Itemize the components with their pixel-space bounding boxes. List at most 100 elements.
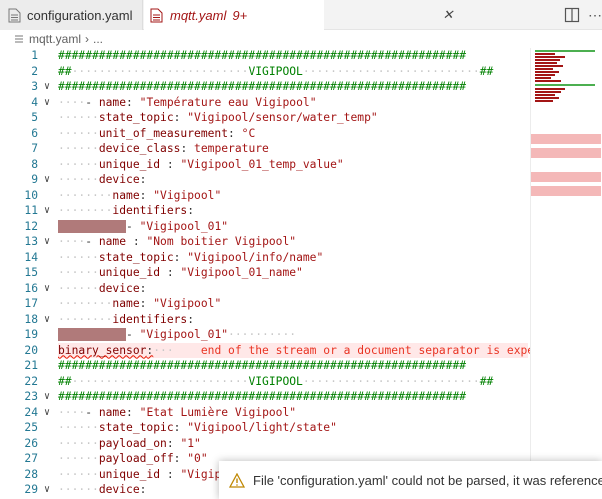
chevron-right-icon: › [85,32,90,46]
code-text: ········name: "Vigipool" [58,297,222,310]
fold-chevron-icon[interactable]: ∨ [42,389,52,405]
breadcrumb-file[interactable]: mqtt.yaml [29,32,81,46]
fold-chevron-icon[interactable]: ∨ [42,482,52,498]
code-line[interactable]: 18 ∨ ········identifiers: [0,312,560,328]
fold-chevron-icon[interactable]: ∨ [42,203,52,219]
code-text: ······unique_id : "Vigipool_01_name" [58,266,303,279]
line-number: 24 [24,405,38,419]
code-line[interactable]: 7 ······device_class: temperature [0,141,560,157]
code-text: ······device: [58,281,147,295]
fold-chevron-icon[interactable]: ∨ [42,79,52,95]
tab-configuration-yaml[interactable]: configuration.yaml [0,0,143,30]
line-number: 1 [31,49,38,62]
code-text: ##··························VIGIPOOL····… [58,374,494,388]
code-line[interactable]: 8 ······unique_id : "Vigipool_01_temp_val… [0,157,560,173]
tab-label: mqtt.yaml [170,8,227,23]
code-text: binary_sensor:··· end of the stream or a… [58,343,562,357]
line-number: 25 [24,421,38,434]
file-icon [150,8,163,23]
minimap-line [535,65,563,67]
line-number: 8 [31,157,38,171]
minimap-line [535,77,551,79]
code-text: ##··························VIGIPOOL····… [58,64,494,78]
code-text: ······unique_id : "Vigipool_01_temp_valu… [58,157,344,171]
minimap-line [535,59,560,61]
code-line[interactable]: 4 ∨ ····- name: "Température eau Vigipool" [0,95,560,111]
code-line[interactable]: 16 ∨ ······device: [0,281,560,297]
fold-chevron-icon[interactable]: ∨ [42,234,52,250]
code-text: ########################################… [58,390,467,403]
split-editor-icon[interactable] [563,6,581,24]
minimap-error-marker [531,172,601,182]
code-text: ······payload_off: "0" [58,452,208,465]
code-line[interactable]: 11 ∨ ········identifiers: [0,203,560,219]
code-text: ······state_topic: "Vigipool/info/name" [58,250,324,264]
code-line[interactable]: 19 ··········- "Vigipool_01"·········· [0,327,560,343]
minimap-line [535,84,595,86]
minimap-error-marker [531,148,601,158]
line-number: 18 [24,312,38,326]
code-text: ······device_class: temperature [58,142,269,155]
fold-chevron-icon[interactable]: ∨ [42,312,52,328]
minimap[interactable] [530,48,602,499]
breadcrumb-more[interactable]: ... [93,32,103,46]
code-text: ······unit_of_measurement: °C [58,126,256,140]
code-line[interactable]: 10 ········name: "Vigipool" [0,188,560,204]
line-number: 17 [24,297,38,310]
code-line[interactable]: 3 ∨ ######################################… [0,79,560,95]
tab-label: configuration.yaml [27,7,133,23]
code-line[interactable]: 13 ∨ ····- name : "Nom boitier Vigipool" [0,234,560,250]
more-actions-icon[interactable]: ⋯ [588,6,602,24]
minimap-line [535,100,553,102]
code-line[interactable]: 12 ··········- "Vigipool_01" [0,219,560,235]
code-line[interactable]: 5 ······state_topic: "Vigipool/sensor/wat… [0,110,560,126]
code-line[interactable]: 22 ##··························VIGIPOOL··… [0,374,560,390]
code-text: ······device: [58,173,147,186]
tab-bar: configuration.yaml mqtt.yaml 9+ ✕ ⋯ [0,0,602,31]
minimap-line [535,71,559,73]
line-number: 29 [24,483,38,496]
minimap-line [535,74,555,76]
notification-toast[interactable]: File 'configuration.yaml' could not be p… [219,461,602,499]
code-line[interactable]: 25 ······state_topic: "Vigipool/light/sta… [0,420,560,436]
code-text: ··········- "Vigipool_01" [58,219,228,235]
code-text: ······device: [58,483,147,496]
line-number: 28 [24,467,38,481]
fold-chevron-icon[interactable]: ∨ [42,405,52,421]
line-number: 5 [31,111,38,124]
code-line[interactable]: 24 ∨ ····- name: "Etat Lumière Vigipool" [0,405,560,421]
line-number: 3 [31,80,38,93]
code-text: ··········- "Vigipool_01"·········· [58,327,296,343]
line-number: 7 [31,142,38,155]
code-line[interactable]: 23 ∨ #####################################… [0,389,560,405]
line-number: 2 [31,64,38,78]
minimap-line [535,80,561,82]
line-number: 23 [24,390,38,403]
minimap-line [535,68,553,70]
code-line[interactable]: 6 ······unit_of_measurement: °C [0,126,560,142]
code-editor[interactable]: 1 #######################################… [0,48,602,499]
file-icon [15,35,23,43]
code-line[interactable]: 26 ······payload_on: "1" [0,436,560,452]
code-line[interactable]: 21 ######################################… [0,358,560,374]
code-text: ······state_topic: "Vigipool/light/state… [58,421,337,434]
line-number: 19 [24,328,38,341]
minimap-line [535,88,565,90]
fold-chevron-icon[interactable]: ∨ [42,95,52,111]
fold-chevron-icon[interactable]: ∨ [42,172,52,188]
file-icon [8,8,21,22]
problems-count-badge: 9+ [232,8,248,23]
code-line[interactable]: 15 ······unique_id : "Vigipool_01_name" [0,265,560,281]
code-line[interactable]: 1 #######################################… [0,48,560,64]
code-line[interactable]: 2 ##··························VIGIPOOL···… [0,64,560,80]
tab-mqtt-yaml[interactable]: mqtt.yaml 9+ ✕ [144,0,453,31]
fold-chevron-icon[interactable]: ∨ [42,281,52,297]
minimap-line [535,97,559,99]
code-line[interactable]: 14 ······state_topic: "Vigipool/info/name… [0,250,560,266]
code-line[interactable]: 9 ∨ ······device: [0,172,560,188]
code-line[interactable]: 20 binary_sensor:··· end of the stream or… [0,343,562,359]
code-text: ······state_topic: "Vigipool/sensor/wate… [58,111,378,124]
line-number: 9 [31,173,38,186]
code-line[interactable]: 17 ········name: "Vigipool" [0,296,560,312]
close-icon[interactable]: ✕ [440,7,456,23]
